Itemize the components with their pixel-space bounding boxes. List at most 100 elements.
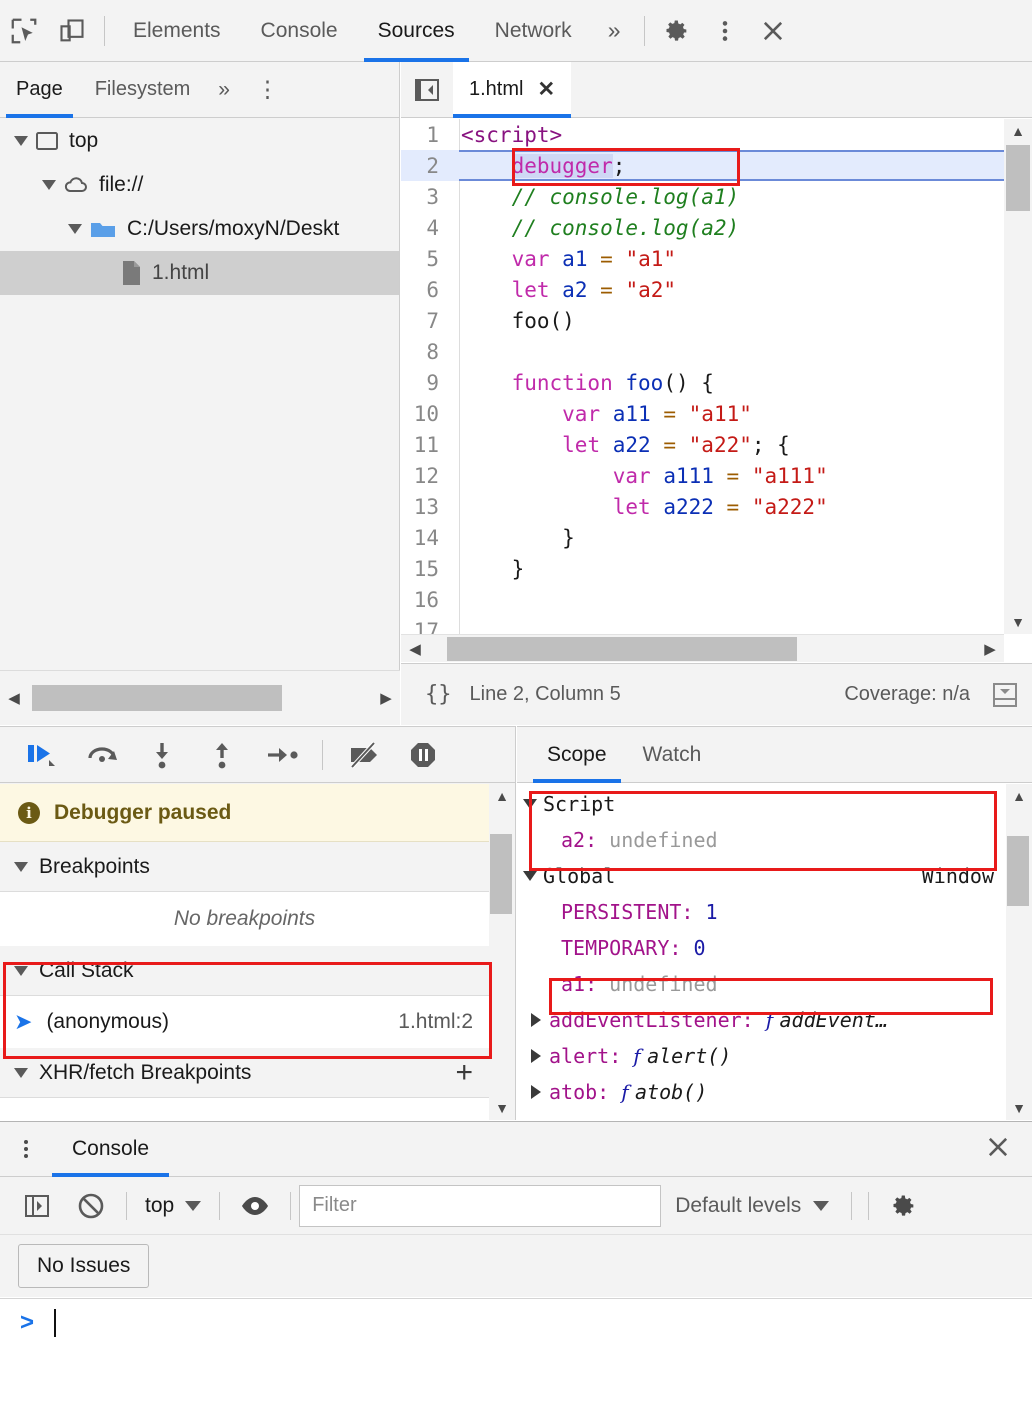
execution-context-selector[interactable]: top bbox=[135, 1194, 211, 1218]
code-line[interactable]: 6 let a2 = "a2" bbox=[401, 274, 1004, 305]
code-line[interactable]: 8 bbox=[401, 336, 1004, 367]
line-number[interactable]: 2 bbox=[401, 154, 449, 178]
inspect-element-button[interactable] bbox=[0, 7, 48, 55]
scroll-left-icon[interactable]: ◀ bbox=[0, 689, 28, 707]
code-line[interactable]: 4 // console.log(a2) bbox=[401, 212, 1004, 243]
line-number[interactable]: 5 bbox=[401, 247, 449, 271]
deactivate-breakpoints-button[interactable] bbox=[333, 731, 393, 779]
tab-console[interactable]: Console bbox=[241, 0, 358, 62]
scope-property-a1[interactable]: a1: undefined bbox=[517, 966, 1006, 1002]
tree-item-1html[interactable]: 1.html bbox=[0, 251, 399, 295]
call-stack-section-header[interactable]: Call Stack bbox=[0, 946, 489, 996]
close-icon[interactable]: ✕ bbox=[537, 77, 555, 102]
log-levels-selector[interactable]: Default levels bbox=[661, 1194, 843, 1218]
scope-property-temporary[interactable]: TEMPORARY: 0 bbox=[517, 930, 1006, 966]
code-line[interactable]: 11 let a22 = "a22"; { bbox=[401, 429, 1004, 460]
scope-function-addeventlistener[interactable]: addEventListener: f addEvent… bbox=[517, 1002, 1006, 1038]
code-text[interactable]: var a1 = "a1" bbox=[449, 247, 1004, 271]
drawer-more-tools-button[interactable] bbox=[0, 1137, 52, 1161]
scroll-up-icon[interactable]: ▲ bbox=[495, 784, 509, 808]
code-text[interactable]: // console.log(a2) bbox=[449, 216, 1004, 240]
step-out-button[interactable] bbox=[192, 731, 252, 779]
tree-item-top[interactable]: top bbox=[0, 119, 399, 163]
scrollbar-track[interactable] bbox=[1004, 143, 1032, 610]
editor-horizontal-scrollbar[interactable]: ◀ ▶ bbox=[401, 634, 1004, 662]
scrollbar-thumb[interactable] bbox=[490, 834, 512, 914]
drawer-tab-console[interactable]: Console bbox=[52, 1122, 170, 1177]
line-number[interactable]: 13 bbox=[401, 495, 449, 519]
line-number[interactable]: 15 bbox=[401, 557, 449, 581]
code-text[interactable]: var a11 = "a11" bbox=[449, 402, 1004, 426]
code-line[interactable]: 16 bbox=[401, 584, 1004, 615]
line-number[interactable]: 6 bbox=[401, 278, 449, 302]
navigator-tab-page[interactable]: Page bbox=[0, 62, 79, 118]
line-number[interactable]: 12 bbox=[401, 464, 449, 488]
navigator-kebab-icon[interactable]: ⋮ bbox=[242, 76, 293, 103]
tab-elements[interactable]: Elements bbox=[113, 0, 241, 62]
scroll-down-icon[interactable]: ▼ bbox=[495, 1096, 509, 1120]
scroll-left-icon[interactable]: ◀ bbox=[401, 640, 429, 658]
code-line[interactable]: 12 var a111 = "a111" bbox=[401, 460, 1004, 491]
code-text[interactable]: } bbox=[449, 526, 1004, 550]
code-text[interactable]: } bbox=[449, 557, 1004, 581]
code-text[interactable]: // console.log(a1) bbox=[449, 185, 1004, 209]
show-navigator-button[interactable] bbox=[401, 77, 453, 103]
line-number[interactable]: 10 bbox=[401, 402, 449, 426]
code-editor[interactable]: 1 <script> 2 debugger; 3 // console.log(a1)… bbox=[401, 119, 1032, 662]
code-line[interactable]: 9 function foo() { bbox=[401, 367, 1004, 398]
navigator-horizontal-scrollbar[interactable]: ◀ ▶ bbox=[0, 670, 400, 725]
scroll-right-icon[interactable]: ▶ bbox=[372, 689, 400, 707]
code-line[interactable]: 2 debugger; bbox=[401, 150, 1004, 181]
pause-on-exceptions-button[interactable] bbox=[393, 731, 453, 779]
scroll-up-icon[interactable]: ▲ bbox=[1011, 119, 1025, 143]
resume-script-button[interactable] bbox=[12, 731, 72, 779]
code-line[interactable]: 7 foo() bbox=[401, 305, 1004, 336]
scope-group-global[interactable]: Global Window bbox=[517, 858, 1006, 894]
close-devtools-button[interactable] bbox=[749, 7, 797, 55]
scope-group-script[interactable]: Script bbox=[517, 786, 1006, 822]
chevron-right-icon[interactable] bbox=[531, 1085, 541, 1099]
add-xhr-breakpoint-button[interactable]: + bbox=[455, 1057, 473, 1088]
line-number[interactable]: 7 bbox=[401, 309, 449, 333]
code-text[interactable]: debugger; bbox=[449, 153, 1004, 178]
line-number[interactable]: 1 bbox=[401, 123, 449, 147]
line-number[interactable]: 4 bbox=[401, 216, 449, 240]
breakpoints-section-header[interactable]: Breakpoints bbox=[0, 842, 489, 892]
editor-vertical-scrollbar[interactable]: ▲ ▼ bbox=[1004, 119, 1032, 634]
console-prompt[interactable]: > bbox=[0, 1299, 1032, 1347]
scope-property-persistent[interactable]: PERSISTENT: 1 bbox=[517, 894, 1006, 930]
toggle-drawer-button[interactable] bbox=[988, 682, 1032, 708]
editor-tab-1html[interactable]: 1.html ✕ bbox=[453, 61, 572, 118]
scroll-down-icon[interactable]: ▼ bbox=[1011, 610, 1025, 634]
scroll-right-icon[interactable]: ▶ bbox=[976, 640, 1004, 658]
code-text[interactable]: let a22 = "a22"; { bbox=[449, 433, 1004, 457]
live-expression-button[interactable] bbox=[228, 1183, 282, 1229]
line-number[interactable]: 11 bbox=[401, 433, 449, 457]
scrollbar-track[interactable] bbox=[28, 685, 372, 711]
xhr-breakpoints-section-header[interactable]: XHR/fetch Breakpoints + bbox=[0, 1048, 489, 1098]
code-text[interactable]: let a222 = "a222" bbox=[449, 495, 1004, 519]
clear-console-button[interactable] bbox=[64, 1183, 118, 1229]
console-settings-button[interactable] bbox=[877, 1183, 931, 1229]
tab-network[interactable]: Network bbox=[475, 0, 592, 62]
tab-sources[interactable]: Sources bbox=[358, 0, 475, 62]
scope-function-atob[interactable]: atob: f atob() bbox=[517, 1074, 1006, 1110]
code-text[interactable]: foo() bbox=[449, 309, 1004, 333]
code-text[interactable]: <script> bbox=[449, 123, 1004, 147]
code-text[interactable]: let a2 = "a2" bbox=[449, 278, 1004, 302]
line-number[interactable]: 17 bbox=[401, 619, 449, 635]
line-number[interactable]: 3 bbox=[401, 185, 449, 209]
chevron-right-icon[interactable] bbox=[531, 1049, 541, 1063]
code-text[interactable]: var a111 = "a111" bbox=[449, 464, 1004, 488]
scrollbar-track[interactable] bbox=[488, 808, 516, 1096]
code-line[interactable]: 5 var a1 = "a1" bbox=[401, 243, 1004, 274]
console-message-list[interactable]: > bbox=[0, 1298, 1032, 1426]
code-line[interactable]: 14 } bbox=[401, 522, 1004, 553]
tree-item-file-origin[interactable]: file:// bbox=[0, 163, 399, 207]
line-number[interactable]: 8 bbox=[401, 340, 449, 364]
scroll-up-icon[interactable]: ▲ bbox=[1012, 784, 1026, 808]
code-line[interactable]: 13 let a222 = "a222" bbox=[401, 491, 1004, 522]
no-issues-button[interactable]: No Issues bbox=[18, 1244, 150, 1288]
line-number[interactable]: 16 bbox=[401, 588, 449, 612]
step-over-button[interactable] bbox=[72, 731, 132, 779]
